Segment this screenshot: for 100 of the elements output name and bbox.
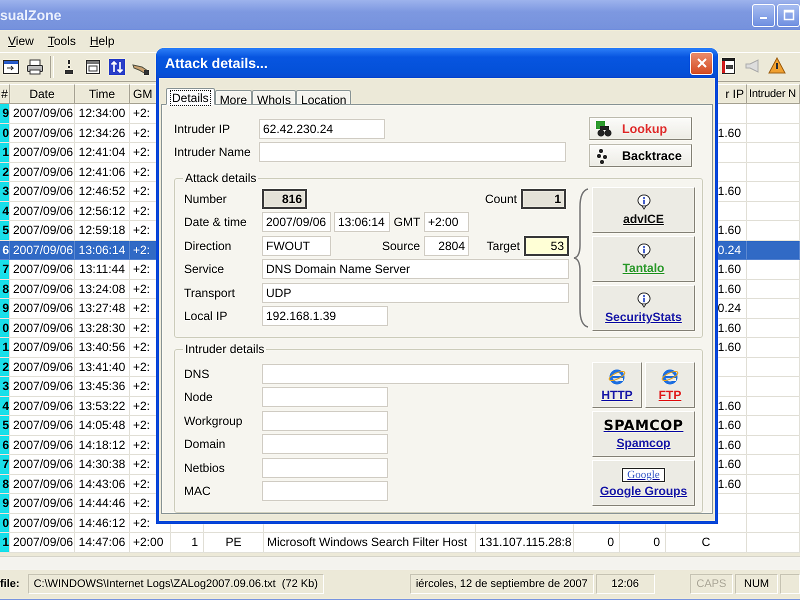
link-button[interactable]: SecurityStats [592,285,695,331]
table-cell: 12:34:26 [75,124,130,143]
table-cell: 13:28:30 [75,318,130,338]
minimize-button[interactable] [752,4,775,26]
input-field[interactable]: FWOUT [262,236,331,256]
link-button[interactable]: HTTP [592,362,642,408]
table-cell: 4 [0,396,10,416]
table-cell: 13:53:22 [75,396,130,416]
status-label: file: [0,578,21,590]
table-cell: 13:41:40 [75,358,130,377]
status-date: iércoles, 12 de septiembre de 2007 [410,574,594,594]
table-cell: 13:45:36 [75,377,130,396]
table-cell: 14:44:46 [75,494,130,514]
input-field[interactable]: 816 [262,188,307,209]
table-cell: 2007/09/06 [10,377,75,396]
status-panel [780,574,800,594]
table-cell: 3 [0,377,10,396]
table-cell: 12:41:04 [75,143,130,162]
column-header[interactable]: Date [10,84,75,104]
table-cell: 5 [0,221,10,240]
input-field[interactable]: 13:06:14 [334,212,390,232]
link-button[interactable]: FTP [645,362,695,408]
table-cell: 14:18:12 [75,436,130,455]
field-label: Transport [184,286,236,300]
table-cell: Microsoft Windows Search Filter Host [264,533,476,552]
input-field[interactable]: 62.42.230.24 [259,118,385,139]
input-field[interactable] [262,481,388,502]
lookup-button[interactable]: Lookup [589,117,692,140]
table-cell: C [666,533,747,552]
link-button[interactable]: advICE [592,187,695,233]
table-cell: 7 [0,455,10,474]
menu-item[interactable]: Help [88,33,117,49]
input-field[interactable]: DNS Domain Name Server [262,259,569,280]
field-label: Service [184,262,226,276]
table-cell: 1 [171,533,204,552]
table-cell: 1 [0,533,10,552]
warning-icon[interactable] [768,57,786,75]
table-cell: 13:24:08 [75,280,130,299]
sort-icon[interactable] [108,58,126,76]
table-cell: 14:30:38 [75,455,130,474]
input-field[interactable] [262,364,569,384]
num-indicator: NUM [734,574,778,594]
document-icon[interactable] [720,57,738,75]
table-cell: 12:34:00 [75,104,130,124]
table-cell: 2007/09/06 [10,318,75,338]
input-field[interactable]: +2:00 [424,212,469,232]
dialog-title: Attack details... [165,55,268,71]
input-field[interactable] [259,142,566,162]
input-field[interactable]: 192.168.1.39 [262,306,388,326]
table-cell: 2007/09/06 [10,280,75,299]
tab[interactable]: WhoIs [252,90,296,104]
table-row[interactable]: 1 2007/09/06 14:47:06 +2:00 1 PE Microsoft Windows Search Filter Host 131.107.115.28:8 0 0 C [0,533,800,552]
tab[interactable]: More [214,90,252,104]
tab[interactable]: Location [296,90,352,104]
caps-indicator: CAPS [690,574,733,594]
table-cell: 2007/09/06 [10,104,75,124]
close-button[interactable] [690,52,713,74]
table-cell: 8 [0,280,10,299]
column-header[interactable]: Intruder N [747,84,800,104]
close-icon [696,57,708,69]
input-field[interactable] [262,410,388,431]
table-cell: 4 [0,202,10,221]
input-field[interactable]: 1 [521,188,566,209]
input-field[interactable]: 2804 [424,236,469,256]
printer-icon[interactable] [26,58,44,76]
backtrace-button[interactable]: Backtrace [589,144,692,167]
table-cell: 2007/09/06 [10,143,75,162]
link-button[interactable]: Google Google Groups [592,460,695,506]
link-button[interactable]: SPAMCOP Spamcop [592,411,695,457]
table-cell: 2007/09/06 [10,358,75,377]
input-field[interactable]: UDP [262,282,569,303]
menu-item[interactable]: View [6,33,36,49]
maximize-button[interactable] [777,4,800,26]
table-cell: 2007/09/06 [10,240,75,260]
input-field[interactable]: 2007/09/06 [262,212,331,232]
tab[interactable]: Details [166,88,215,105]
input-field[interactable]: 53 [524,236,569,256]
window-icon[interactable] [2,58,20,76]
menu-item[interactable]: Tools [46,33,78,49]
table-cell: 14:43:06 [75,474,130,494]
table-cell: 2007/09/06 [10,474,75,494]
calendar-icon[interactable] [84,58,102,76]
table-cell: PE [204,533,264,552]
table-cell: 5 [0,416,10,436]
table-cell: 2 [0,358,10,377]
field-label: Netbios [184,460,226,475]
file-path: C:\WINDOWS\Internet Logs\ZALog2007.09.06.txt (72 Kb) [28,574,324,594]
input-field[interactable] [262,434,388,454]
field-label: Node [184,390,214,404]
table-cell: 13:06:14 [75,240,130,260]
field-label: Direction [184,238,232,253]
table-cell: 2007/09/06 [10,260,75,280]
table-cell: 13:40:56 [75,338,130,358]
table-cell: 0 [0,514,10,533]
horizontal-scrollbar[interactable] [0,556,800,570]
input-field[interactable] [262,458,388,478]
table-cell: 2007/09/06 [10,455,75,474]
column-header[interactable]: Time [75,84,130,104]
input-field[interactable] [262,387,388,408]
group-title: Intruder details [183,342,266,356]
